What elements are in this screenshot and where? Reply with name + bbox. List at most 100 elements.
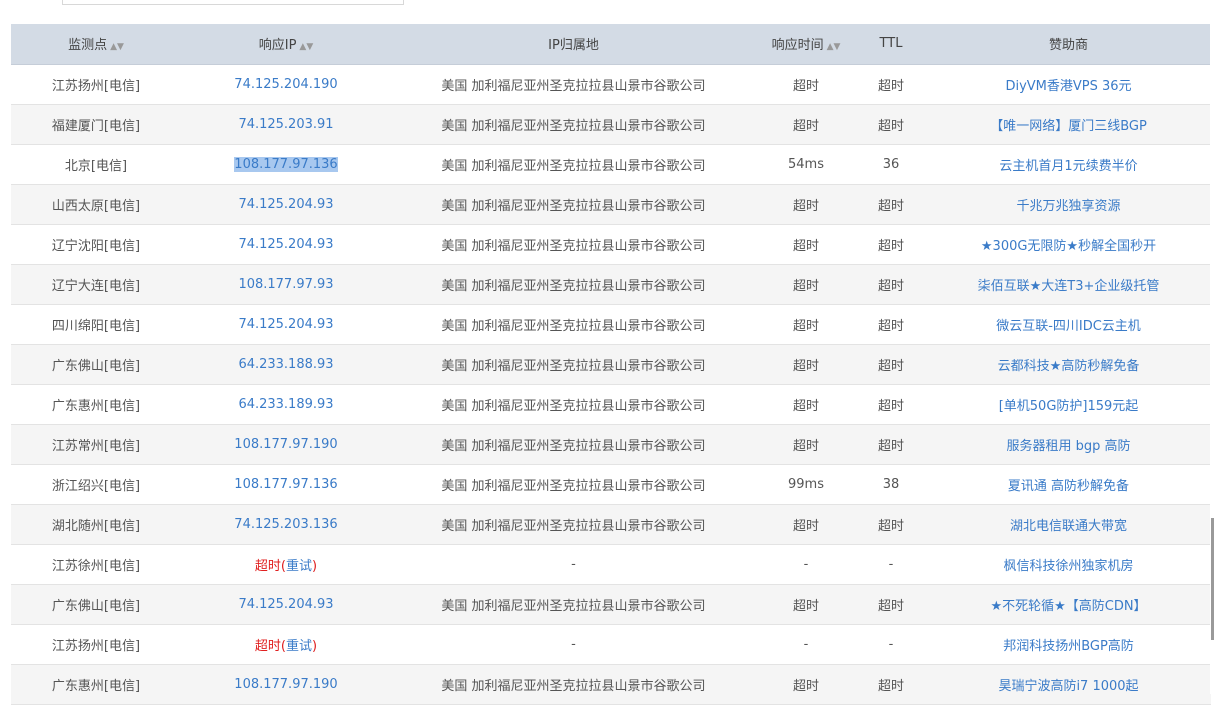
location-cell: 北京[电信]	[11, 144, 181, 185]
sponsor-link[interactable]: 邦润科技扬州BGP高防	[1003, 639, 1134, 654]
sponsor-link[interactable]: 千兆万兆独享资源	[1016, 199, 1120, 214]
sponsor-link[interactable]: DiyVM香港VPS 36元	[1005, 79, 1131, 94]
sponsor-link[interactable]: 湖北电信联通大带宽	[1010, 519, 1127, 534]
geo-cell: 美国 加利福尼亚州圣克拉拉县山景市谷歌公司	[391, 224, 756, 265]
ip-cell: 74.125.203.136	[181, 504, 391, 545]
geo-cell: 美国 加利福尼亚州圣克拉拉县山景市谷歌公司	[391, 504, 756, 545]
response-time-cell: 54ms	[756, 144, 856, 185]
sponsor-link[interactable]: 昊瑞宁波高防i7 1000起	[998, 679, 1138, 694]
location-cell: 广东惠州[电信]	[11, 664, 181, 705]
ip-cell: 108.177.97.136	[181, 464, 391, 505]
sponsor-link[interactable]: 微云互联-四川IDC云主机	[996, 319, 1141, 334]
ttl-cell: 超时	[856, 504, 926, 545]
sponsor-cell: [单机50G防护]159元起	[926, 384, 1211, 425]
ttl-cell: -	[856, 544, 926, 585]
ttl-cell: 超时	[856, 184, 926, 225]
query-input-bottom-edge[interactable]	[62, 0, 404, 5]
ip-cell: 108.177.97.190	[181, 424, 391, 465]
retry-link[interactable]: 重试	[286, 559, 312, 574]
location-cell: 江苏徐州[电信]	[11, 544, 181, 585]
sort-icon[interactable]: ▲▼	[827, 42, 841, 52]
ip-cell: 74.125.203.91	[181, 104, 391, 145]
sponsor-link[interactable]: [单机50G防护]159元起	[999, 399, 1139, 414]
table-row: 广东佛山[电信] 74.125.204.93 美国 加利福尼亚州圣克拉拉县山景市谷歌…	[11, 584, 1211, 625]
response-time-cell: 超时	[756, 664, 856, 705]
location-cell: 湖北随州[电信]	[11, 504, 181, 545]
ttl-cell: 超时	[856, 104, 926, 145]
ip-cell: 74.125.204.93	[181, 224, 391, 265]
column-header-response-time[interactable]: 响应时间 ▲▼	[756, 24, 856, 65]
ttl-cell: 38	[856, 464, 926, 505]
ip-cell: 108.177.97.93	[181, 264, 391, 305]
ttl-cell: 36	[856, 144, 926, 185]
sponsor-cell: 云主机首月1元续费半价	[926, 144, 1211, 185]
column-header-sponsor: 赞助商	[926, 24, 1211, 65]
sponsor-cell: 云都科技★高防秒解免备	[926, 344, 1211, 385]
ttl-cell: -	[856, 624, 926, 665]
ip-cell: 64.233.188.93	[181, 344, 391, 385]
ip-link[interactable]: 108.177.97.190	[234, 437, 337, 452]
sort-icon[interactable]: ▲▼	[110, 42, 124, 52]
sponsor-cell: 昊瑞宁波高防i7 1000起	[926, 664, 1211, 705]
retry-link[interactable]: 重试	[286, 639, 312, 654]
ip-link[interactable]: 108.177.97.93	[238, 277, 333, 292]
response-time-cell: 超时	[756, 64, 856, 105]
ip-cell: 超时(重试)	[181, 544, 391, 585]
geo-cell: 美国 加利福尼亚州圣克拉拉县山景市谷歌公司	[391, 384, 756, 425]
geo-cell: 美国 加利福尼亚州圣克拉拉县山景市谷歌公司	[391, 184, 756, 225]
response-time-cell: 超时	[756, 504, 856, 545]
geo-cell: 美国 加利福尼亚州圣克拉拉县山景市谷歌公司	[391, 64, 756, 105]
sponsor-link[interactable]: 夏讯通 高防秒解免备	[1008, 479, 1129, 494]
sponsor-cell: ★不死轮循★【高防CDN】	[926, 584, 1211, 625]
ip-link[interactable]: 74.125.204.93	[238, 597, 333, 612]
table-row: 北京[电信] 108.177.97.136 美国 加利福尼亚州圣克拉拉县山景市谷歌公…	[11, 144, 1211, 185]
column-header-location[interactable]: 监测点 ▲▼	[11, 24, 181, 65]
response-time-cell: 超时	[756, 304, 856, 345]
ip-link[interactable]: 74.125.203.91	[238, 117, 333, 132]
ip-link[interactable]: 64.233.188.93	[238, 357, 333, 372]
ip-link[interactable]: 74.125.204.93	[238, 237, 333, 252]
response-time-cell: 超时	[756, 424, 856, 465]
table-row: 广东佛山[电信] 64.233.188.93 美国 加利福尼亚州圣克拉拉县山景市谷歌…	[11, 344, 1211, 385]
ttl-cell: 超时	[856, 224, 926, 265]
sponsor-link[interactable]: 【唯一网络】厦门三线BGP	[990, 119, 1147, 134]
response-time-cell: -	[756, 624, 856, 665]
page-left-margin	[0, 0, 11, 694]
ip-link[interactable]: 74.125.204.190	[234, 77, 337, 92]
table-row: 辽宁沈阳[电信] 74.125.204.93 美国 加利福尼亚州圣克拉拉县山景市谷歌…	[11, 224, 1211, 265]
sponsor-cell: 微云互联-四川IDC云主机	[926, 304, 1211, 345]
location-cell: 广东惠州[电信]	[11, 384, 181, 425]
sponsor-link[interactable]: ★不死轮循★【高防CDN】	[990, 599, 1146, 614]
ip-cell: 74.125.204.93	[181, 584, 391, 625]
ip-link[interactable]: 108.177.97.136	[234, 156, 338, 172]
paren-close: )	[312, 638, 318, 654]
ip-link[interactable]: 64.233.189.93	[238, 397, 333, 412]
ip-link[interactable]: 74.125.204.93	[238, 317, 333, 332]
table-header-row: 监测点 ▲▼ 响应IP ▲▼ IP归属地 响应时间 ▲▼ TTL 赞助商	[11, 24, 1211, 65]
ttl-cell: 超时	[856, 64, 926, 105]
location-cell: 江苏常州[电信]	[11, 424, 181, 465]
sponsor-link[interactable]: 服务器租用 bgp 高防	[1006, 439, 1130, 454]
ip-link[interactable]: 108.177.97.190	[234, 677, 337, 692]
timeout-text: 超时	[254, 638, 281, 654]
ip-cell: 108.177.97.136	[181, 144, 391, 185]
sponsor-link[interactable]: 云都科技★高防秒解免备	[998, 359, 1140, 374]
response-time-cell: 超时	[756, 344, 856, 385]
table-row: 四川绵阳[电信] 74.125.204.93 美国 加利福尼亚州圣克拉拉县山景市谷歌…	[11, 304, 1211, 345]
sponsor-link[interactable]: 云主机首月1元续费半价	[999, 159, 1137, 174]
response-time-cell: 超时	[756, 184, 856, 225]
sponsor-link[interactable]: ★300G无限防★秒解全国秒开	[981, 239, 1156, 254]
sponsor-link[interactable]: 柒佰互联★大连T3+企业级托管	[978, 279, 1160, 294]
response-time-cell: 超时	[756, 384, 856, 425]
ip-link[interactable]: 108.177.97.136	[234, 477, 337, 492]
ip-link[interactable]: 74.125.204.93	[238, 197, 333, 212]
timeout-text: 超时	[254, 558, 281, 574]
sort-icon[interactable]: ▲▼	[299, 42, 313, 52]
ttl-cell: 超时	[856, 264, 926, 305]
location-cell: 江苏扬州[电信]	[11, 64, 181, 105]
sponsor-link[interactable]: 枫信科技徐州独家机房	[1003, 559, 1133, 574]
ip-link[interactable]: 74.125.203.136	[234, 517, 337, 532]
column-header-ip[interactable]: 响应IP ▲▼	[181, 24, 391, 65]
ttl-cell: 超时	[856, 584, 926, 625]
geo-cell: 美国 加利福尼亚州圣克拉拉县山景市谷歌公司	[391, 104, 756, 145]
